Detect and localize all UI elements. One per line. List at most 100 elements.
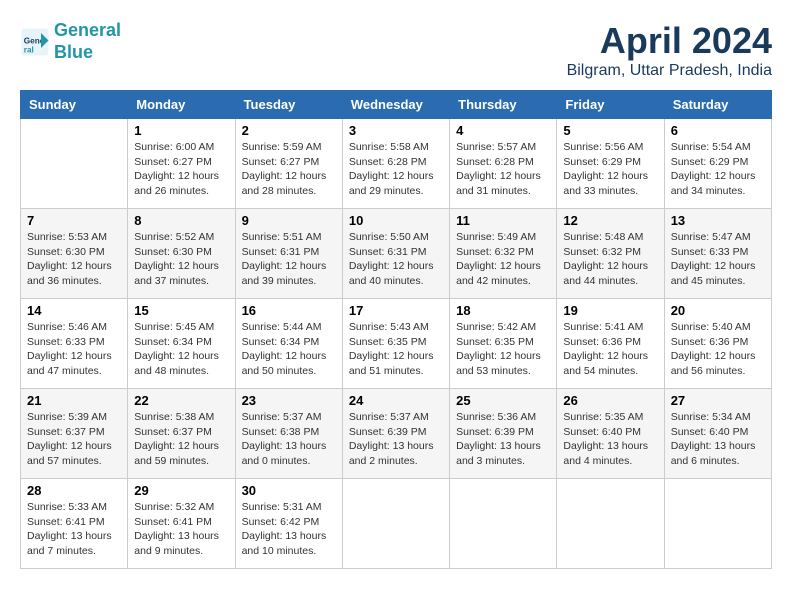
logo-line1: General [54, 20, 121, 40]
day-info: Sunrise: 5:37 AM Sunset: 6:38 PM Dayligh… [242, 410, 336, 469]
day-info: Sunrise: 5:31 AM Sunset: 6:42 PM Dayligh… [242, 500, 336, 559]
calendar-week-row: 1 Sunrise: 6:00 AM Sunset: 6:27 PM Daylig… [21, 119, 772, 209]
calendar-cell [664, 479, 771, 569]
day-number: 21 [27, 393, 121, 408]
day-number: 6 [671, 123, 765, 138]
day-number: 27 [671, 393, 765, 408]
day-number: 20 [671, 303, 765, 318]
calendar-cell: 1 Sunrise: 6:00 AM Sunset: 6:27 PM Daylig… [128, 119, 235, 209]
day-number: 12 [563, 213, 657, 228]
day-number: 10 [349, 213, 443, 228]
calendar-cell: 28 Sunrise: 5:33 AM Sunset: 6:41 PM Dayli… [21, 479, 128, 569]
day-number: 14 [27, 303, 121, 318]
day-info: Sunrise: 5:47 AM Sunset: 6:33 PM Dayligh… [671, 230, 765, 289]
day-info: Sunrise: 5:59 AM Sunset: 6:27 PM Dayligh… [242, 140, 336, 199]
day-number: 1 [134, 123, 228, 138]
day-number: 2 [242, 123, 336, 138]
calendar-cell: 5 Sunrise: 5:56 AM Sunset: 6:29 PM Daylig… [557, 119, 664, 209]
weekday-header-monday: Monday [128, 91, 235, 119]
day-info: Sunrise: 5:33 AM Sunset: 6:41 PM Dayligh… [27, 500, 121, 559]
day-info: Sunrise: 5:37 AM Sunset: 6:39 PM Dayligh… [349, 410, 443, 469]
month-title: April 2024 [567, 20, 772, 62]
calendar-week-row: 21 Sunrise: 5:39 AM Sunset: 6:37 PM Dayli… [21, 389, 772, 479]
day-info: Sunrise: 5:46 AM Sunset: 6:33 PM Dayligh… [27, 320, 121, 379]
location-subtitle: Bilgram, Uttar Pradesh, India [567, 62, 772, 80]
calendar-cell: 21 Sunrise: 5:39 AM Sunset: 6:37 PM Dayli… [21, 389, 128, 479]
calendar-cell: 8Sunrise: 5:52 AM Sunset: 6:30 PM Daylig… [128, 209, 235, 299]
logo-line2: Blue [54, 42, 93, 62]
logo: Gene- ral General Blue [20, 20, 121, 63]
day-info: Sunrise: 5:49 AM Sunset: 6:32 PM Dayligh… [456, 230, 550, 289]
day-number: 7 [27, 213, 121, 228]
calendar-cell: 11 Sunrise: 5:49 AM Sunset: 6:32 PM Dayli… [450, 209, 557, 299]
calendar-cell: 6 Sunrise: 5:54 AM Sunset: 6:29 PM Daylig… [664, 119, 771, 209]
day-info: Sunrise: 5:42 AM Sunset: 6:35 PM Dayligh… [456, 320, 550, 379]
calendar-week-row: 28 Sunrise: 5:33 AM Sunset: 6:41 PM Dayli… [21, 479, 772, 569]
day-number: 26 [563, 393, 657, 408]
day-number: 17 [349, 303, 443, 318]
calendar-cell: 27Sunrise: 5:34 AM Sunset: 6:40 PM Dayli… [664, 389, 771, 479]
day-info: Sunrise: 5:32 AM Sunset: 6:41 PM Dayligh… [134, 500, 228, 559]
calendar-cell [557, 479, 664, 569]
day-info: Sunrise: 5:50 AM Sunset: 6:31 PM Dayligh… [349, 230, 443, 289]
logo-text: General Blue [54, 20, 121, 63]
weekday-header-thursday: Thursday [450, 91, 557, 119]
calendar-cell [450, 479, 557, 569]
day-number: 16 [242, 303, 336, 318]
day-number: 28 [27, 483, 121, 498]
calendar-cell: 22Sunrise: 5:38 AM Sunset: 6:37 PM Dayli… [128, 389, 235, 479]
day-number: 15 [134, 303, 228, 318]
day-number: 3 [349, 123, 443, 138]
day-info: Sunrise: 5:36 AM Sunset: 6:39 PM Dayligh… [456, 410, 550, 469]
title-block: April 2024 Bilgram, Uttar Pradesh, India [567, 20, 772, 80]
calendar-cell: 12 Sunrise: 5:48 AM Sunset: 6:32 PM Dayli… [557, 209, 664, 299]
svg-text:ral: ral [24, 45, 34, 54]
day-number: 18 [456, 303, 550, 318]
calendar-cell: 7 Sunrise: 5:53 AM Sunset: 6:30 PM Daylig… [21, 209, 128, 299]
calendar-cell: 25 Sunrise: 5:36 AM Sunset: 6:39 PM Dayli… [450, 389, 557, 479]
day-number: 22 [134, 393, 228, 408]
day-info: Sunrise: 5:48 AM Sunset: 6:32 PM Dayligh… [563, 230, 657, 289]
day-info: Sunrise: 5:54 AM Sunset: 6:29 PM Dayligh… [671, 140, 765, 199]
day-info: Sunrise: 5:44 AM Sunset: 6:34 PM Dayligh… [242, 320, 336, 379]
page-header: Gene- ral General Blue April 2024 Bilgra… [20, 20, 772, 80]
day-number: 5 [563, 123, 657, 138]
calendar-cell: 13 Sunrise: 5:47 AM Sunset: 6:33 PM Dayli… [664, 209, 771, 299]
calendar-cell: 29 Sunrise: 5:32 AM Sunset: 6:41 PM Dayli… [128, 479, 235, 569]
day-info: Sunrise: 5:56 AM Sunset: 6:29 PM Dayligh… [563, 140, 657, 199]
calendar-cell: 15 Sunrise: 5:45 AM Sunset: 6:34 PM Dayli… [128, 299, 235, 389]
calendar-week-row: 7 Sunrise: 5:53 AM Sunset: 6:30 PM Daylig… [21, 209, 772, 299]
weekday-header-tuesday: Tuesday [235, 91, 342, 119]
day-number: 24 [349, 393, 443, 408]
day-number: 13 [671, 213, 765, 228]
weekday-header-sunday: Sunday [21, 91, 128, 119]
day-number: 25 [456, 393, 550, 408]
calendar-cell: 4Sunrise: 5:57 AM Sunset: 6:28 PM Daylig… [450, 119, 557, 209]
calendar-cell: 3Sunrise: 5:58 AM Sunset: 6:28 PM Daylig… [342, 119, 449, 209]
day-number: 30 [242, 483, 336, 498]
calendar-cell [21, 119, 128, 209]
calendar-cell: 9Sunrise: 5:51 AM Sunset: 6:31 PM Daylig… [235, 209, 342, 299]
day-number: 4 [456, 123, 550, 138]
calendar-table: SundayMondayTuesdayWednesdayThursdayFrid… [20, 90, 772, 569]
calendar-cell: 30 Sunrise: 5:31 AM Sunset: 6:42 PM Dayli… [235, 479, 342, 569]
weekday-header-friday: Friday [557, 91, 664, 119]
calendar-cell: 2 Sunrise: 5:59 AM Sunset: 6:27 PM Daylig… [235, 119, 342, 209]
day-number: 29 [134, 483, 228, 498]
day-info: Sunrise: 5:39 AM Sunset: 6:37 PM Dayligh… [27, 410, 121, 469]
day-info: Sunrise: 5:45 AM Sunset: 6:34 PM Dayligh… [134, 320, 228, 379]
day-info: Sunrise: 5:53 AM Sunset: 6:30 PM Dayligh… [27, 230, 121, 289]
day-info: Sunrise: 5:51 AM Sunset: 6:31 PM Dayligh… [242, 230, 336, 289]
calendar-cell: 20Sunrise: 5:40 AM Sunset: 6:36 PM Dayli… [664, 299, 771, 389]
day-info: Sunrise: 5:35 AM Sunset: 6:40 PM Dayligh… [563, 410, 657, 469]
calendar-week-row: 14 Sunrise: 5:46 AM Sunset: 6:33 PM Dayli… [21, 299, 772, 389]
calendar-cell: 10 Sunrise: 5:50 AM Sunset: 6:31 PM Dayli… [342, 209, 449, 299]
day-info: Sunrise: 6:00 AM Sunset: 6:27 PM Dayligh… [134, 140, 228, 199]
day-info: Sunrise: 5:41 AM Sunset: 6:36 PM Dayligh… [563, 320, 657, 379]
weekday-header-wednesday: Wednesday [342, 91, 449, 119]
calendar-cell: 17Sunrise: 5:43 AM Sunset: 6:35 PM Dayli… [342, 299, 449, 389]
day-info: Sunrise: 5:52 AM Sunset: 6:30 PM Dayligh… [134, 230, 228, 289]
day-number: 19 [563, 303, 657, 318]
calendar-cell [342, 479, 449, 569]
day-number: 11 [456, 213, 550, 228]
